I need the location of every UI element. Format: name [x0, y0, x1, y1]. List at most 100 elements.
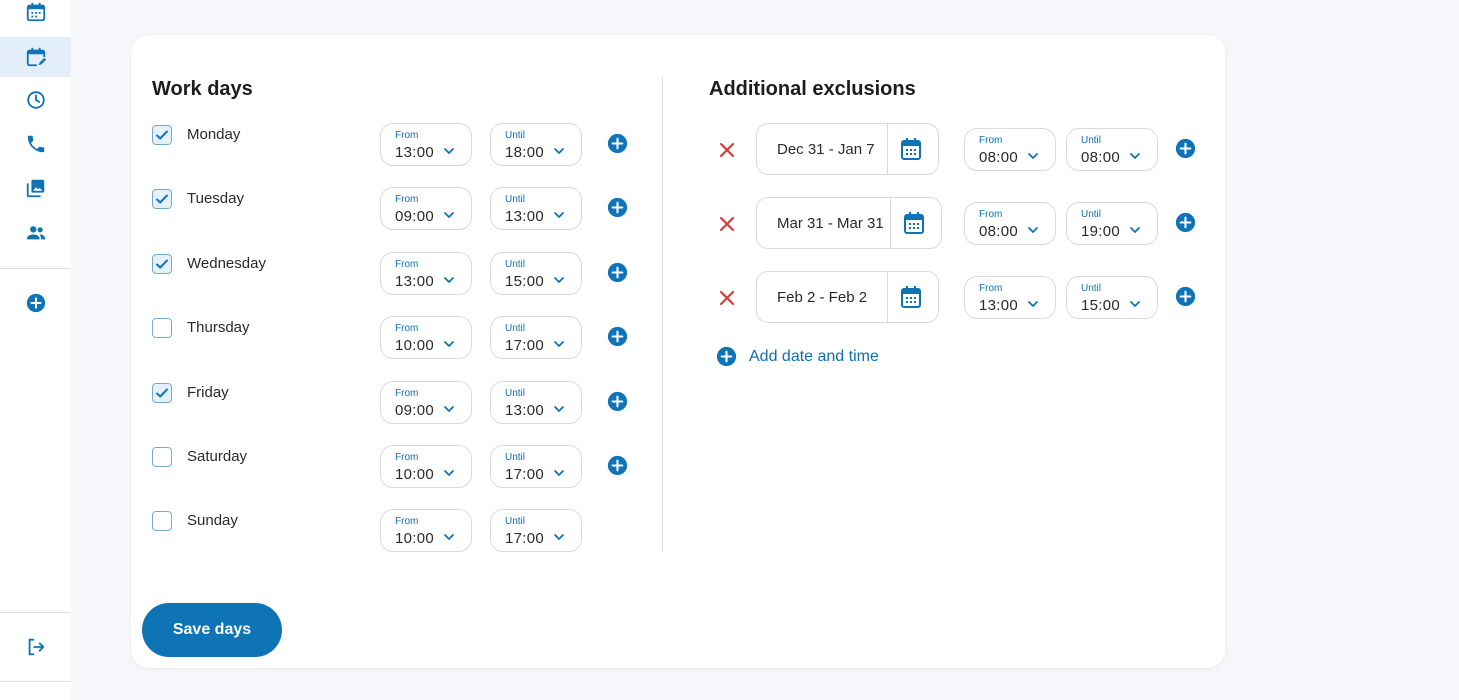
chevron-down-icon	[444, 470, 454, 476]
from-time-select[interactable]: From 09:00	[380, 380, 472, 424]
chevron-down-icon	[444, 534, 454, 541]
work-days-title: Work days	[152, 78, 253, 100]
until-time-select[interactable]: Until 17:00	[490, 316, 582, 360]
day-checkbox[interactable]	[152, 125, 172, 145]
add-date-time-button[interactable]: Add date and time	[716, 346, 879, 367]
add-time-button[interactable]	[607, 455, 628, 476]
date-range-field[interactable]: Dec 31 - Jan 7	[756, 123, 939, 175]
work-day-row: Tuesday From 09:00 Until 13:00	[131, 184, 651, 234]
sidebar-divider	[0, 612, 71, 613]
add-time-button[interactable]	[1175, 212, 1196, 233]
from-time-select[interactable]: From 13:00	[380, 123, 472, 166]
add-time-button[interactable]	[607, 262, 628, 283]
chevron-down-icon	[444, 212, 454, 219]
until-label: Until	[505, 323, 526, 335]
work-day-row: Wednesday From 13:00 Until 15:00	[131, 249, 651, 299]
sidebar-item-logout[interactable]	[0, 627, 71, 667]
calendar-picker-button[interactable]	[900, 272, 930, 322]
calendar-icon	[901, 138, 921, 160]
sidebar-item-hours[interactable]	[0, 80, 71, 120]
chevron-down-icon	[554, 148, 564, 154]
from-value: 13:00	[979, 297, 1019, 314]
from-value: 13:00	[395, 144, 435, 161]
day-label: Friday	[187, 383, 229, 401]
add-time-button[interactable]	[607, 326, 628, 347]
from-value: 09:00	[395, 401, 435, 419]
sidebar-item-schedule[interactable]	[0, 37, 71, 77]
date-field-separator	[887, 272, 888, 322]
until-time-select[interactable]: Until 08:00	[1066, 128, 1158, 171]
chevron-down-icon	[1130, 301, 1140, 307]
add-time-button[interactable]	[607, 133, 628, 154]
sidebar-item-gallery[interactable]	[0, 168, 71, 208]
sidebar-item-add[interactable]	[0, 283, 71, 323]
work-day-row: Sunday From 10:00 Until 17:00	[131, 506, 651, 556]
date-range-field[interactable]: Mar 31 - Mar 31	[756, 197, 942, 249]
until-time-select[interactable]: Until 15:00	[490, 251, 582, 295]
calendar-icon	[904, 212, 924, 234]
sidebar-item-phone[interactable]	[0, 124, 71, 164]
calendar-picker-button[interactable]	[903, 198, 933, 248]
calendar-picker-button[interactable]	[900, 124, 930, 174]
from-value: 09:00	[395, 208, 435, 226]
from-time-select[interactable]: From 09:00	[380, 187, 472, 231]
chevron-down-icon	[554, 405, 564, 412]
day-label: Tuesday	[187, 190, 244, 208]
until-value: 13:00	[505, 401, 545, 419]
chevron-down-icon	[1130, 227, 1140, 233]
work-day-row: Monday From 13:00 Until 18:00	[131, 120, 651, 170]
until-time-select[interactable]: Until 17:00	[490, 509, 582, 553]
date-field-separator	[887, 124, 888, 174]
check-icon	[156, 259, 168, 269]
from-label: From	[395, 130, 419, 141]
sidebar-divider	[0, 681, 71, 682]
day-checkbox[interactable]	[152, 318, 172, 339]
until-value: 08:00	[1081, 149, 1121, 166]
from-time-select[interactable]: From 08:00	[964, 128, 1056, 171]
until-time-select[interactable]: Until 17:00	[490, 445, 582, 488]
from-time-select[interactable]: From 08:00	[964, 202, 1056, 245]
day-label: Thursday	[187, 319, 250, 337]
add-time-button[interactable]	[607, 197, 628, 218]
chevron-down-icon	[554, 534, 564, 541]
add-time-button[interactable]	[1175, 138, 1196, 159]
until-time-select[interactable]: Until 13:00	[490, 380, 582, 424]
from-label: From	[395, 452, 419, 463]
until-value: 18:00	[505, 144, 545, 161]
remove-exclusion-button[interactable]	[718, 215, 736, 233]
until-label: Until	[505, 130, 526, 141]
add-time-button[interactable]	[1175, 286, 1196, 307]
until-time-select[interactable]: Until 19:00	[1066, 202, 1158, 245]
sidebar-item-users[interactable]	[0, 213, 71, 253]
until-time-select[interactable]: Until 13:00	[490, 187, 582, 231]
date-field-separator	[890, 198, 891, 248]
date-range-value: Feb 2 - Feb 2	[777, 289, 868, 306]
plus-circle-icon	[607, 391, 628, 416]
plus-circle-icon	[1175, 138, 1196, 163]
until-value: 17:00	[505, 337, 545, 355]
from-time-select[interactable]: From 10:00	[380, 445, 472, 488]
day-checkbox[interactable]	[152, 447, 172, 467]
until-value: 13:00	[505, 208, 545, 226]
save-days-button[interactable]: Save days	[142, 603, 282, 657]
remove-exclusion-button[interactable]	[718, 289, 736, 307]
from-label: From	[979, 135, 1003, 146]
from-time-select[interactable]: From 13:00	[380, 251, 472, 295]
day-label: Saturday	[187, 448, 248, 465]
from-time-select[interactable]: From 10:00	[380, 509, 472, 553]
day-checkbox[interactable]	[152, 382, 172, 403]
until-time-select[interactable]: Until 15:00	[1066, 276, 1158, 319]
sidebar-item-calendar[interactable]	[0, 0, 71, 32]
date-range-field[interactable]: Feb 2 - Feb 2	[756, 271, 939, 323]
chevron-down-icon	[444, 405, 454, 412]
from-time-select[interactable]: From 10:00	[380, 316, 472, 360]
day-checkbox[interactable]	[152, 253, 172, 274]
add-time-button[interactable]	[607, 391, 628, 412]
day-checkbox[interactable]	[152, 511, 172, 532]
from-time-select[interactable]: From 13:00	[964, 276, 1056, 319]
remove-exclusion-button[interactable]	[718, 141, 736, 159]
clock-icon	[26, 91, 45, 109]
day-checkbox[interactable]	[152, 189, 172, 210]
plus-circle-icon	[607, 262, 628, 287]
until-time-select[interactable]: Until 18:00	[490, 123, 582, 166]
